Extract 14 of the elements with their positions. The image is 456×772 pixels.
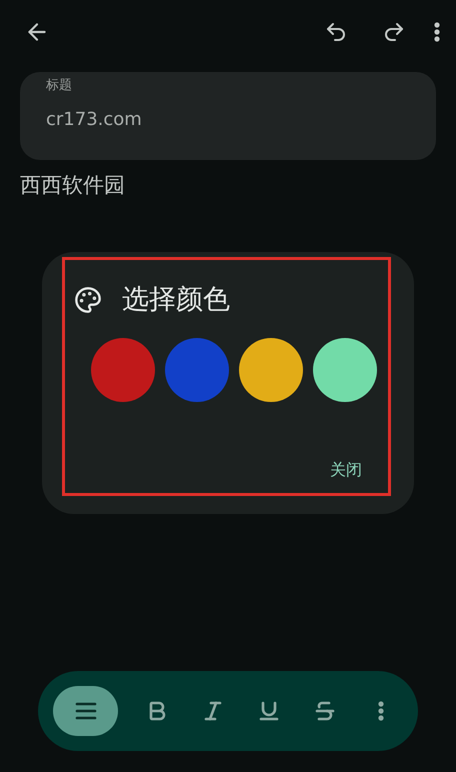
field-label: 标题 bbox=[46, 77, 73, 95]
note-body: 西西软件园 bbox=[20, 172, 126, 199]
title-field[interactable]: 标题 cr173.com bbox=[20, 72, 436, 160]
field-value: cr173.com bbox=[46, 108, 143, 132]
close-button[interactable]: 关闭 bbox=[330, 458, 362, 482]
more-icon bbox=[378, 701, 384, 721]
underline-icon bbox=[257, 699, 281, 723]
strikethrough-icon bbox=[313, 699, 337, 723]
format-button[interactable] bbox=[53, 686, 118, 736]
dialog-title: 选择颜色 bbox=[122, 282, 230, 316]
more-icon bbox=[434, 22, 440, 42]
redo-icon bbox=[382, 20, 406, 44]
undo-icon bbox=[324, 20, 348, 44]
palette-icon bbox=[74, 286, 102, 314]
